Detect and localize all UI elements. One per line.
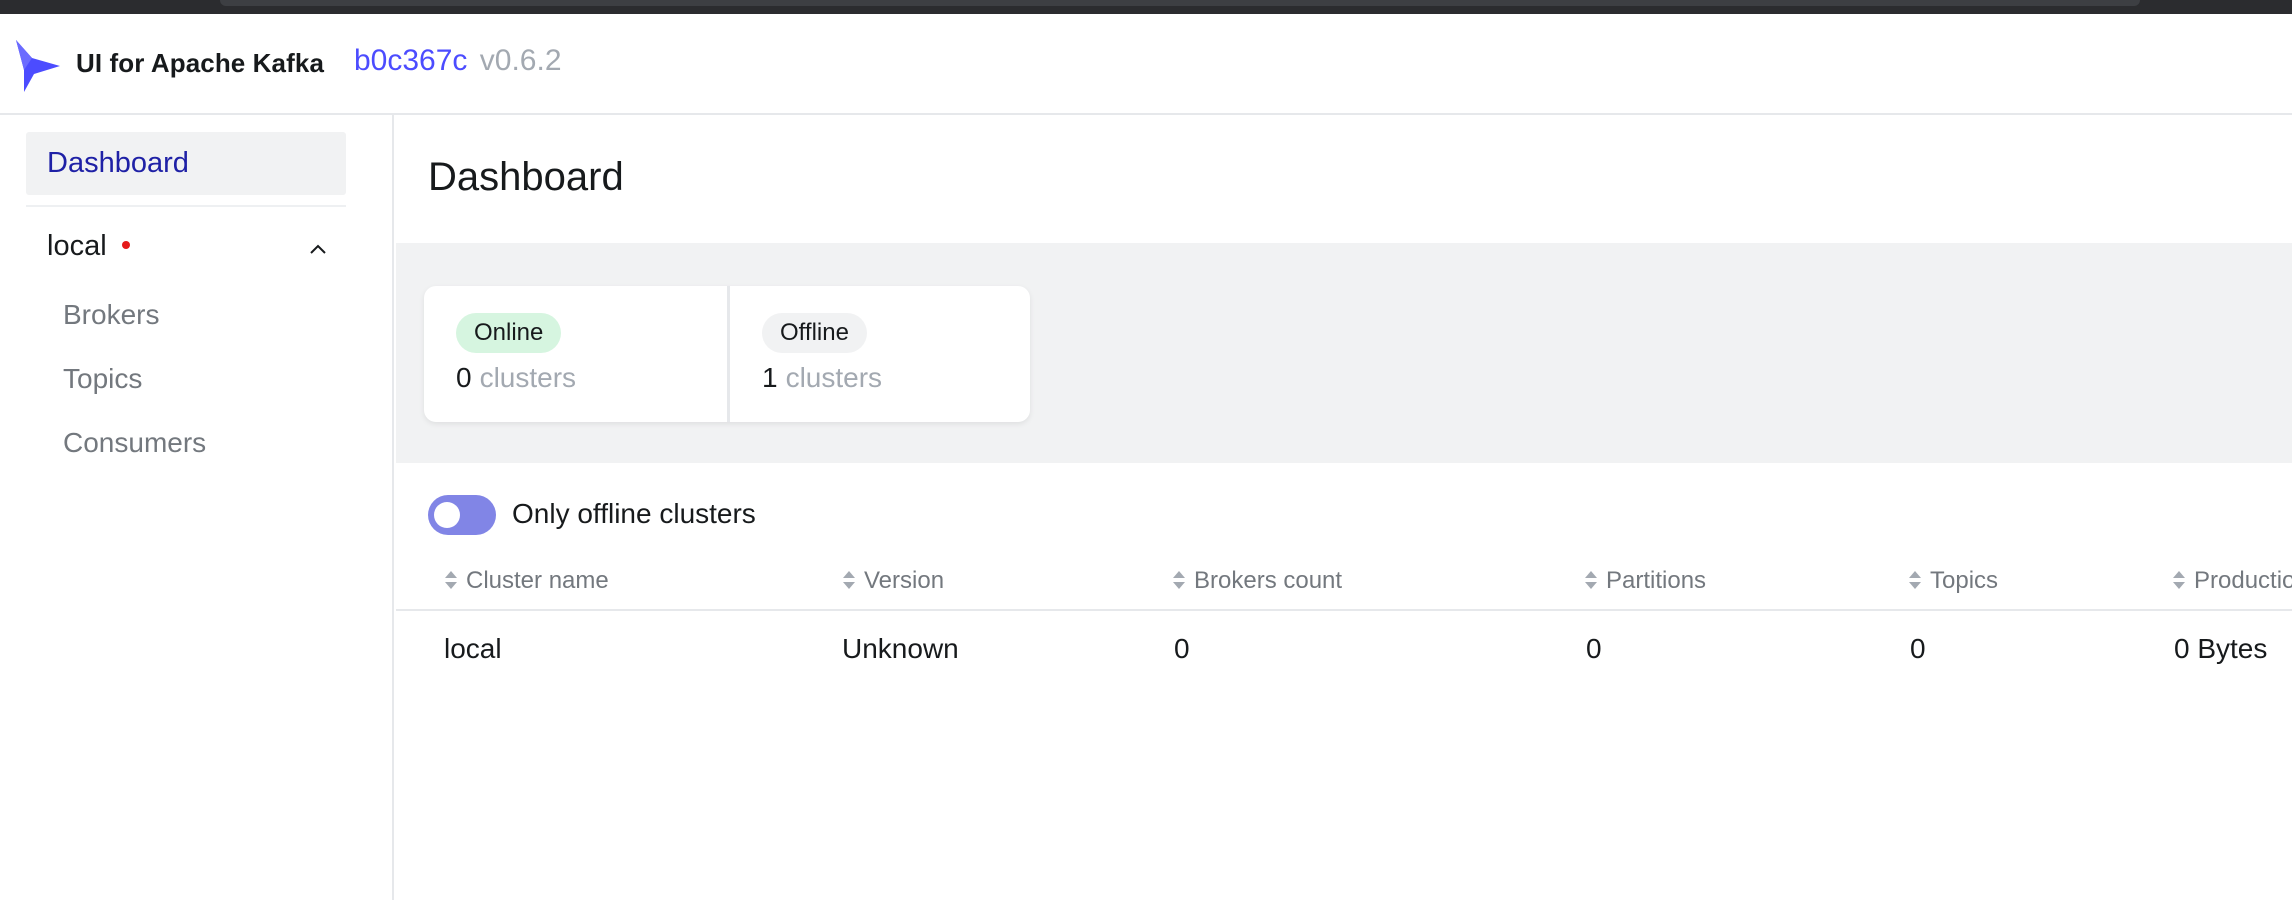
table-row[interactable]: local Unknown 0 0 0 0 Bytes [396, 613, 2292, 683]
clusters-table-header: Cluster name Version Brokers count Parti… [396, 555, 2292, 611]
sidebar-cluster-local[interactable]: local [26, 217, 346, 279]
cluster-name: local [47, 230, 107, 262]
sidebar-item-topics[interactable]: Topics [63, 363, 142, 395]
metric-offline: Offline 1 clusters [727, 286, 1030, 422]
sort-icon [843, 571, 855, 589]
only-offline-label[interactable]: Only offline clusters [512, 498, 756, 530]
column-header-brokers-count[interactable]: Brokers count [1172, 567, 1342, 595]
online-count-unit: clusters [479, 362, 577, 393]
sidebar-divider [26, 205, 346, 207]
version-info: b0c367c v0.6.2 [354, 44, 562, 78]
column-header-cluster-name[interactable]: Cluster name [444, 567, 609, 595]
cell-topics: 0 [1910, 633, 1926, 664]
sort-icon [1173, 571, 1185, 589]
metrics-section: Online 0 clusters Offline 1 clusters [396, 243, 2292, 463]
cell-brokers-count: 0 [1174, 633, 1190, 664]
only-offline-toggle[interactable] [428, 495, 496, 535]
column-header-version[interactable]: Version [842, 567, 944, 595]
sort-icon [2173, 571, 2185, 589]
sidebar-item-brokers[interactable]: Brokers [63, 299, 159, 331]
column-header-topics[interactable]: Topics [1908, 567, 1998, 595]
sort-icon [445, 571, 457, 589]
version-tag: v0.6.2 [479, 44, 562, 77]
column-header-partitions[interactable]: Partitions [1584, 567, 1706, 595]
toggle-knob [434, 502, 460, 528]
metric-online: Online 0 clusters [424, 286, 727, 422]
kafka-bird-logo-icon[interactable] [14, 36, 62, 94]
column-label: Topics [1930, 567, 1999, 594]
column-label: Partitions [1606, 567, 1707, 594]
cell-production: 0 Bytes [2174, 633, 2268, 664]
cell-version: Unknown [842, 633, 959, 664]
column-header-production[interactable]: Production [2172, 567, 2292, 595]
sidebar-item-consumers[interactable]: Consumers [63, 427, 206, 459]
column-label: Brokers count [1194, 567, 1343, 594]
top-navbar: UI for Apache Kafka b0c367c v0.6.2 [0, 14, 2292, 115]
online-badge: Online [456, 313, 562, 353]
online-count: 0 clusters [456, 362, 576, 394]
offline-badge: Offline [762, 313, 867, 353]
cluster-metrics-card: Online 0 clusters Offline 1 clusters [424, 286, 1030, 422]
offline-status-dot [122, 241, 130, 249]
cell-cluster-name[interactable]: local [444, 633, 502, 665]
column-label: Version [864, 567, 945, 594]
sidebar-item-dashboard[interactable]: Dashboard [26, 132, 346, 195]
main-content: Dashboard Online 0 clusters Offline 1 clus… [396, 115, 2292, 900]
browser-top-strip [0, 0, 2292, 14]
column-label: Cluster name [466, 567, 609, 594]
column-label: Production [2194, 567, 2292, 594]
sort-icon [1909, 571, 1921, 589]
page-title: Dashboard [428, 155, 624, 199]
cell-partitions: 0 [1586, 633, 1602, 664]
commit-link[interactable]: b0c367c [354, 44, 467, 77]
app-title[interactable]: UI for Apache Kafka [76, 48, 324, 79]
sidebar: Dashboard local Brokers Topics Consumers [0, 115, 394, 900]
browser-tab-edge [220, 0, 2140, 6]
offline-count: 1 clusters [762, 362, 882, 394]
chevron-up-icon[interactable] [306, 237, 330, 261]
sort-icon [1585, 571, 1597, 589]
online-count-value: 0 [456, 362, 472, 393]
offline-count-unit: clusters [785, 362, 883, 393]
offline-count-value: 1 [762, 362, 778, 393]
